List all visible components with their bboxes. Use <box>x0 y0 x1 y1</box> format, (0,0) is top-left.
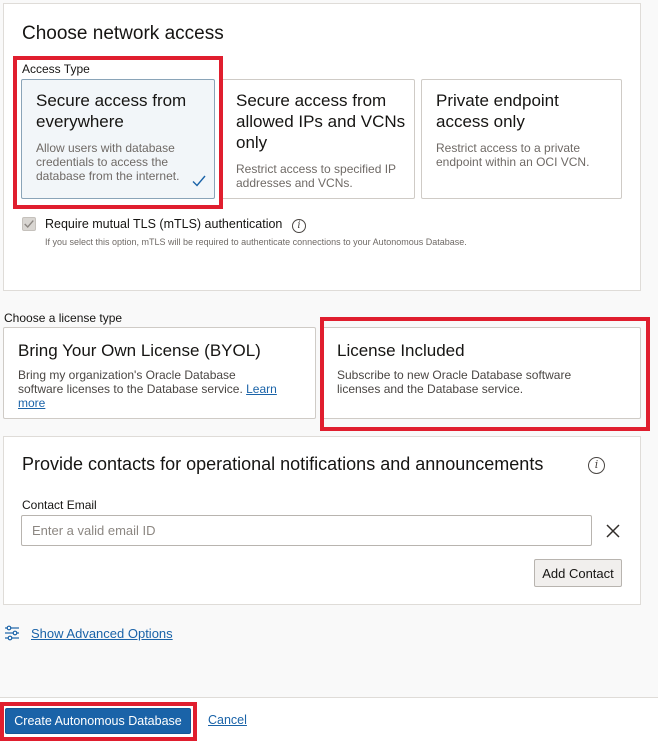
close-icon[interactable] <box>604 522 622 540</box>
license-option-byol[interactable]: Bring Your Own License (BYOL) Bring my o… <box>3 327 316 419</box>
show-advanced-options-link[interactable]: Show Advanced Options <box>31 626 173 641</box>
access-option-everywhere[interactable]: Secure access from everywhere Allow user… <box>21 79 215 199</box>
info-icon[interactable]: i <box>292 219 306 233</box>
license-type-label: Choose a license type <box>4 311 123 325</box>
license-option-title: Bring Your Own License (BYOL) <box>18 341 261 360</box>
mtls-help-text: If you select this option, mTLS will be … <box>45 237 467 247</box>
access-type-label: Access Type <box>22 62 90 76</box>
cancel-link[interactable]: Cancel <box>208 713 247 727</box>
access-option-title: Secure access from everywhere <box>36 91 187 131</box>
license-option-included[interactable]: License Included Subscribe to new Oracle… <box>322 327 641 419</box>
info-icon[interactable]: i <box>588 457 605 474</box>
access-option-private-endpoint[interactable]: Private endpoint access only Restrict ac… <box>421 79 622 199</box>
add-contact-button[interactable]: Add Contact <box>534 559 622 587</box>
access-option-desc: Allow users with database credentials to… <box>36 141 180 183</box>
license-option-title: License Included <box>337 341 465 360</box>
checkmark-icon <box>24 220 34 229</box>
sliders-icon[interactable] <box>4 625 20 641</box>
license-option-desc: Subscribe to new Oracle Database softwar… <box>337 368 572 396</box>
mtls-label: Require mutual TLS (mTLS) authentication <box>45 217 283 231</box>
license-option-desc: Bring my organization's Oracle Database … <box>18 368 278 410</box>
license-option-desc-text: Bring my organization's Oracle Database … <box>18 368 243 396</box>
access-option-title: Secure access from allowed IPs and VCNs … <box>236 91 406 152</box>
contact-email-input[interactable] <box>21 515 592 546</box>
create-autonomous-database-button[interactable]: Create Autonomous Database <box>5 708 191 734</box>
access-option-desc: Restrict access to a private endpoint wi… <box>436 141 590 169</box>
access-option-allowed-ips[interactable]: Secure access from allowed IPs and VCNs … <box>221 79 415 199</box>
access-option-title: Private endpoint access only <box>436 91 559 131</box>
contact-email-label: Contact Email <box>22 498 97 512</box>
mtls-checkbox[interactable] <box>22 217 36 231</box>
access-option-desc: Restrict access to specified IP addresse… <box>236 162 396 190</box>
checkmark-icon <box>192 175 206 187</box>
network-access-title: Choose network access <box>22 23 224 44</box>
contacts-title: Provide contacts for operational notific… <box>22 454 544 474</box>
